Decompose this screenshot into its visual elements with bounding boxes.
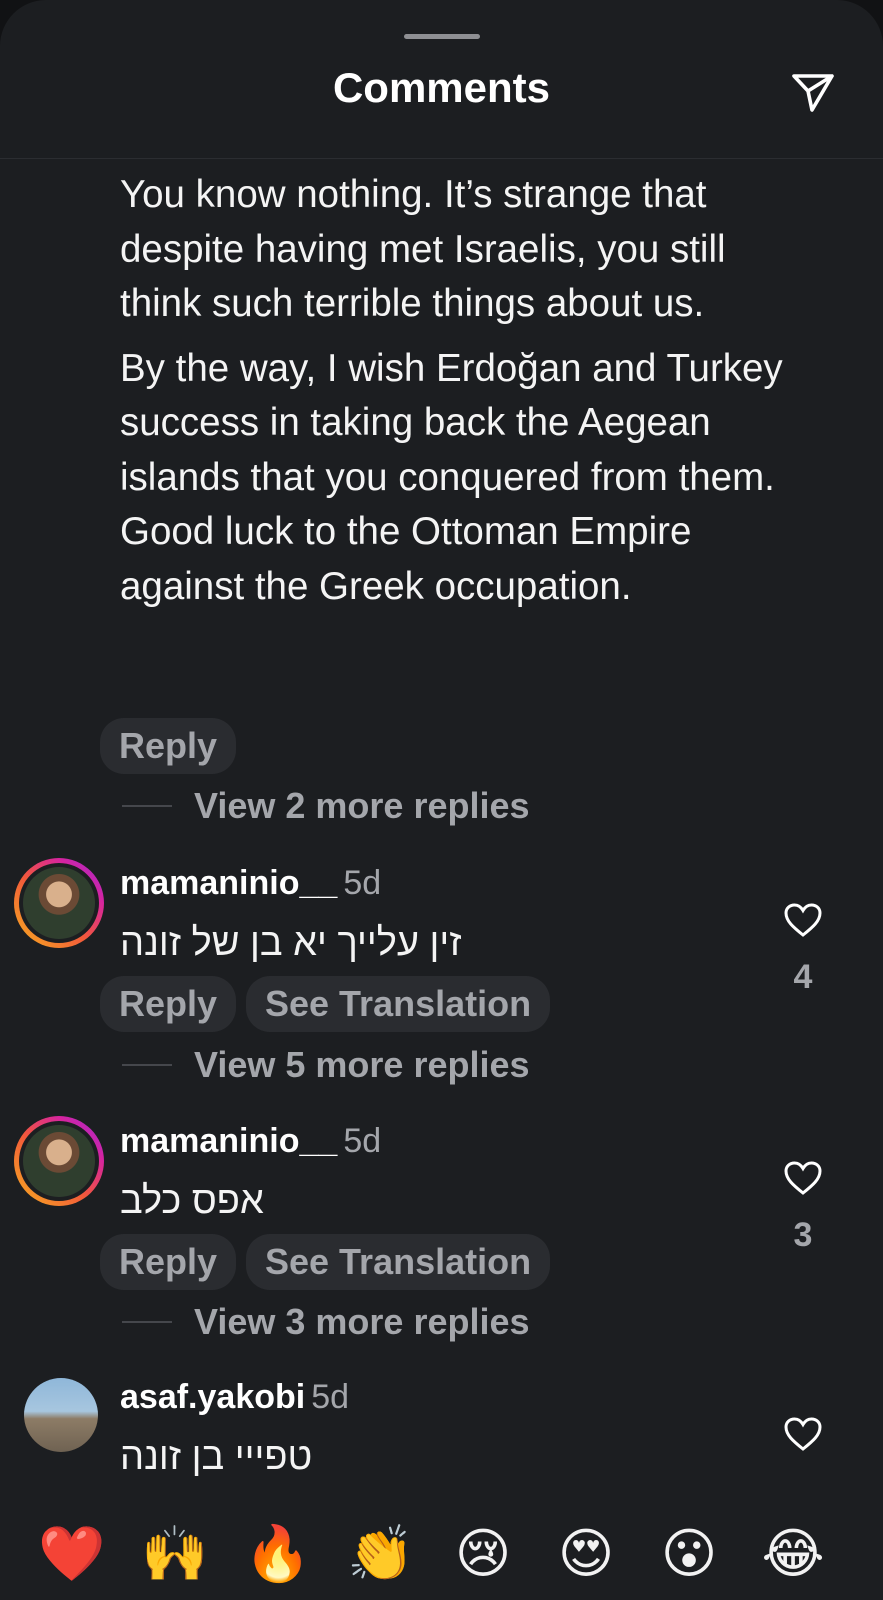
red-heart-emoji-button[interactable]: ❤️ — [38, 1522, 105, 1586]
username[interactable]: mamaninio__ — [120, 1122, 337, 1160]
comment-header: mamaninio__ 5d — [120, 864, 381, 908]
drag-handle[interactable] — [404, 34, 480, 39]
page-title: Comments — [332, 64, 551, 111]
username[interactable]: asaf.yakobi — [120, 1378, 305, 1416]
surprised-face-emoji-button[interactable]: 😮 — [657, 1522, 721, 1586]
heart-icon[interactable] — [783, 902, 823, 938]
avatar-photo — [23, 867, 95, 939]
timestamp: 5d — [311, 1378, 350, 1416]
comment-text: אפס כלב — [120, 1180, 264, 1222]
view-more-replies-label: View 3 more replies — [194, 1301, 530, 1342]
laughing-tears-emoji-button[interactable]: 😂 — [761, 1522, 825, 1586]
comment-paragraph: By the way, I wish Erdoğan and Turkey su… — [120, 346, 783, 608]
view-more-replies-button[interactable]: View 3 more replies — [122, 1300, 530, 1344]
timestamp: 5d — [343, 1122, 382, 1160]
view-more-replies-button[interactable]: View 2 more replies — [122, 784, 530, 828]
see-translation-button[interactable]: See Translation — [246, 1234, 551, 1290]
thread-line — [122, 1064, 172, 1066]
reply-button[interactable]: Reply — [100, 1234, 237, 1290]
comment-header: mamaninio__ 5d — [120, 1122, 381, 1166]
header-divider — [0, 158, 883, 159]
username[interactable]: mamaninio__ — [120, 864, 337, 902]
reply-button[interactable]: Reply — [100, 718, 237, 774]
emoji-reaction-bar — [0, 1506, 883, 1600]
avatar[interactable] — [24, 1378, 98, 1452]
timestamp: 5d — [343, 864, 382, 902]
like-count: 4 — [793, 958, 813, 996]
like-count: 3 — [793, 1216, 813, 1254]
comment-body: You know nothing. It’s strange that desp… — [120, 168, 800, 614]
comment-text: טפייי בן זונה — [120, 1436, 313, 1478]
avatar[interactable] — [14, 858, 104, 948]
reply-button[interactable]: Reply — [100, 976, 237, 1032]
view-more-replies-label: View 5 more replies — [194, 1044, 530, 1085]
heart-icon[interactable] — [783, 1160, 823, 1196]
crying-face-emoji-button[interactable]: 😢 — [451, 1522, 515, 1586]
thread-line — [122, 805, 172, 807]
see-translation-button[interactable]: See Translation — [246, 976, 551, 1032]
comments-sheet: Comments You know nothing. It’s strange … — [0, 0, 883, 1600]
fire-emoji-button[interactable]: 🔥 — [244, 1522, 311, 1586]
raised-hands-emoji-button[interactable]: 🙌 — [141, 1522, 208, 1586]
heart-icon[interactable] — [783, 1416, 823, 1452]
paper-plane-icon[interactable] — [788, 66, 838, 116]
thread-line — [122, 1321, 172, 1323]
comment-header: asaf.yakobi 5d — [120, 1378, 349, 1422]
heart-eyes-emoji-button[interactable]: 😍 — [554, 1522, 618, 1586]
view-more-replies-button[interactable]: View 5 more replies — [122, 1043, 530, 1087]
comment-text: זין עלייך יא בן של זונה — [120, 922, 462, 964]
clapping-hands-emoji-button[interactable]: 👏 — [347, 1522, 414, 1586]
avatar[interactable] — [14, 1116, 104, 1206]
view-more-replies-label: View 2 more replies — [194, 785, 530, 826]
avatar-photo — [23, 1125, 95, 1197]
comment-paragraph: You know nothing. It’s strange that desp… — [120, 173, 726, 325]
